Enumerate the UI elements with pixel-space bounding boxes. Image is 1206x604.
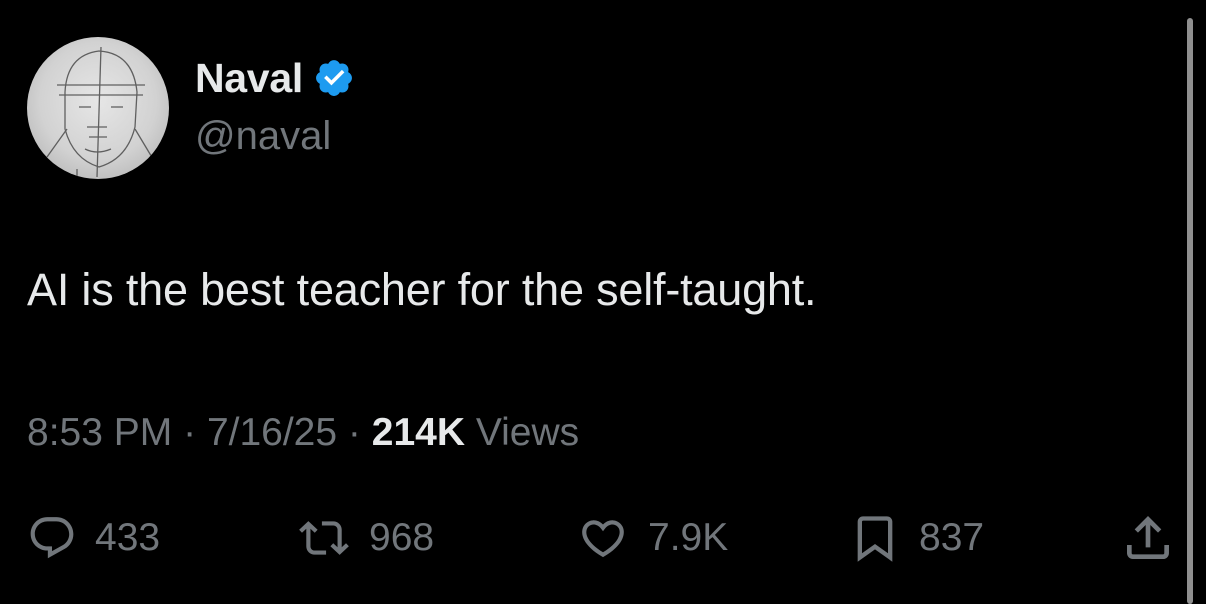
author-name-row: Naval bbox=[195, 52, 355, 104]
avatar-sketch-face-image bbox=[46, 46, 154, 179]
share-button[interactable] bbox=[1120, 510, 1176, 566]
reply-button[interactable]: 433 bbox=[27, 510, 160, 566]
bookmark-icon bbox=[857, 516, 893, 562]
share-icon bbox=[1127, 516, 1169, 559]
retweet-icon bbox=[299, 521, 349, 555]
tweet-meta: 8:53 PM · 7/16/25 · 214K Views bbox=[27, 411, 579, 455]
avatar[interactable] bbox=[27, 37, 169, 179]
tweet-text: AI is the best teacher for the self-taug… bbox=[27, 264, 817, 315]
verified-badge-icon[interactable] bbox=[313, 57, 355, 99]
author-display-name[interactable]: Naval bbox=[195, 55, 303, 102]
tweet-time[interactable]: 8:53 PM bbox=[27, 411, 172, 454]
views-label: Views bbox=[475, 411, 580, 454]
meta-separator: · bbox=[347, 411, 361, 454]
reply-icon bbox=[30, 517, 74, 559]
bookmark-button[interactable]: 837 bbox=[849, 510, 984, 566]
retweet-button[interactable]: 968 bbox=[297, 510, 434, 566]
views-count: 214K bbox=[371, 411, 465, 454]
tweet-date[interactable]: 7/16/25 bbox=[207, 411, 337, 454]
bookmark-count: 837 bbox=[919, 516, 985, 559]
retweet-count: 968 bbox=[369, 516, 435, 559]
scrollbar[interactable] bbox=[1187, 18, 1193, 604]
like-button[interactable]: 7.9K bbox=[576, 510, 728, 566]
reply-count: 433 bbox=[95, 516, 161, 559]
like-count: 7.9K bbox=[648, 516, 729, 559]
meta-separator: · bbox=[183, 411, 197, 454]
heart-icon bbox=[582, 520, 624, 558]
author-handle[interactable]: @naval bbox=[195, 114, 331, 159]
